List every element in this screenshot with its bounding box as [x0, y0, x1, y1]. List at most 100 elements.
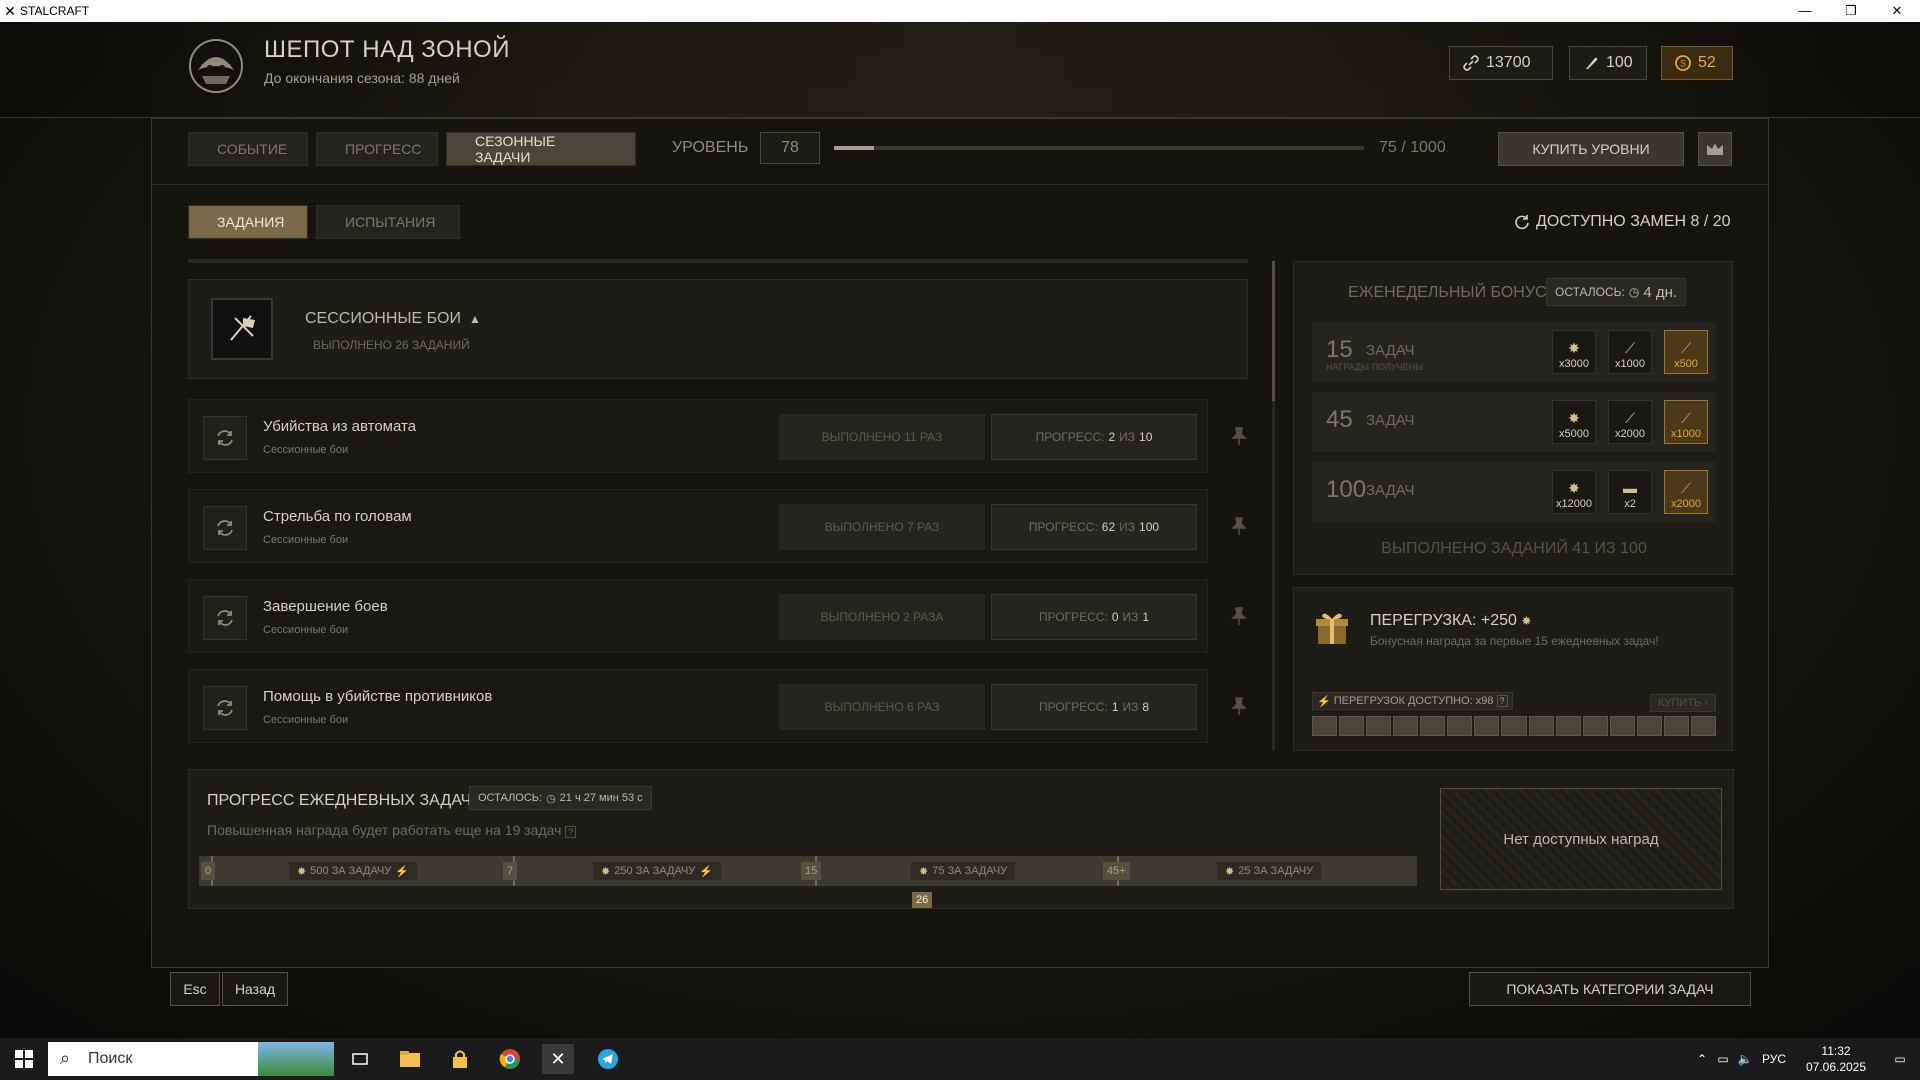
task-category: Сессионные бои — [263, 624, 349, 636]
feather-icon: ⟋ — [1681, 410, 1691, 426]
file-explorer-icon[interactable] — [394, 1044, 426, 1074]
reward-gold-feathers[interactable]: ⟋ x2000 — [1664, 470, 1708, 514]
chrome-icon[interactable] — [494, 1044, 526, 1074]
task-row[interactable]: Стрельба по головам Сессионные бои ВЫПОЛ… — [188, 489, 1208, 563]
daily-current-count: 26 — [912, 892, 933, 908]
currency-link: 13700 — [1449, 46, 1553, 80]
show-categories-button[interactable]: ПОКАЗАТЬ КАТЕГОРИИ ЗАДАЧ — [1469, 972, 1751, 1006]
reward-gold-feathers[interactable]: ⟋ x500 — [1664, 330, 1708, 374]
reward-weapon[interactable]: ▬ x2 — [1608, 470, 1652, 514]
task-row[interactable]: Завершение боев Сессионные бои ВЫПОЛНЕНО… — [188, 579, 1208, 653]
network-icon[interactable]: ▭ — [1712, 1052, 1734, 1066]
task-name: Убийства из автомата — [263, 418, 417, 435]
replace-task-button[interactable] — [203, 686, 247, 730]
reward-feathers[interactable]: ⟋ x1000 — [1608, 330, 1652, 374]
windows-start-button[interactable] — [8, 1044, 40, 1074]
clock-icon: ◷ — [1628, 285, 1640, 299]
overload-segment — [1555, 716, 1581, 736]
daily-remaining-badge: ОСТАЛОСЬ: ◷ 21 ч 27 мин 53 с — [469, 786, 652, 810]
close-button[interactable]: ✕ — [1874, 0, 1920, 22]
esc-key-button[interactable]: Esc — [170, 972, 220, 1006]
taskbar-search-input[interactable]: ⌕ Поиск — [48, 1042, 334, 1076]
overload-segment — [1690, 716, 1716, 736]
task-category: Сессионные бои — [263, 534, 349, 546]
gem-icon: ✸ — [601, 865, 611, 878]
task-row[interactable]: Помощь в убийстве противников Сессионные… — [188, 669, 1208, 743]
restore-button[interactable]: ❐ — [1828, 0, 1874, 22]
lightning-icon: ⚡ — [1317, 695, 1331, 708]
overload-segment — [1609, 716, 1635, 736]
language-indicator[interactable]: РУС — [1756, 1052, 1792, 1066]
task-list[interactable]: СЕССИОННЫЕ БОИ ▲ ВЫПОЛНЕНО 26 ЗАДАНИЙ Уб… — [188, 259, 1248, 749]
reward-gems[interactable]: ✸ x3000 — [1552, 330, 1596, 374]
task-category: Сессионные бои — [263, 714, 349, 726]
back-button[interactable]: Назад — [222, 972, 288, 1006]
stalcraft-taskbar-icon[interactable]: ✕ — [542, 1044, 574, 1074]
help-icon: ? — [565, 826, 577, 838]
gem-icon: ✸ — [1521, 614, 1532, 628]
system-tray: ⌃ ▭ 🔈 РУС 11:32 07.06.2025 ▭ — [1692, 1038, 1920, 1080]
windows-taskbar: ⌕ Поиск ✕ ⌃ ▭ 🔈 РУС 11:32 07.06.2025 ▭ — [0, 1038, 1920, 1080]
reward-gems[interactable]: ✸ x12000 — [1552, 470, 1596, 514]
overload-segment — [1582, 716, 1608, 736]
overload-description: Бонусная награда за первые 15 ежедневных… — [1370, 634, 1659, 648]
level-value: 78 — [760, 132, 820, 164]
clock[interactable]: 11:32 07.06.2025 — [1792, 1043, 1880, 1075]
feather-icon: ⟋ — [1625, 410, 1635, 426]
feather-icon: ⟋ — [1681, 480, 1691, 496]
overload-segment — [1312, 716, 1338, 736]
overload-buy-button[interactable]: КУПИТЬ › — [1650, 694, 1716, 712]
overload-segment — [1339, 716, 1365, 736]
crown-button[interactable] — [1698, 132, 1732, 166]
pin-icon[interactable] — [1228, 515, 1250, 537]
volume-icon[interactable]: 🔈 — [1734, 1052, 1756, 1066]
daily-reward-tier: ✸ 250 ЗА ЗАДАЧУ ⚡ — [593, 862, 721, 880]
buy-levels-button[interactable]: КУПИТЬ УРОВНИ — [1498, 132, 1684, 166]
tab-progress[interactable]: ПРОГРЕСС — [316, 132, 438, 166]
tab-event[interactable]: СОБЫТИЕ — [188, 132, 308, 166]
replace-task-button[interactable] — [203, 506, 247, 550]
task-progress: ПРОГРЕСС: 1 ИЗ 8 — [991, 684, 1197, 730]
no-rewards-box: Нет доступных наград — [1440, 788, 1722, 890]
currency-feather-value: 100 — [1606, 54, 1633, 71]
daily-reward-tier: ✸ 25 ЗА ЗАДАЧУ — [1217, 862, 1322, 880]
minimize-button[interactable]: — — [1782, 0, 1828, 22]
task-list-scrollbar[interactable] — [1272, 261, 1275, 751]
season-remaining: До окончания сезона: 88 дней — [264, 70, 460, 86]
tray-chevron-up-icon[interactable]: ⌃ — [1692, 1052, 1712, 1066]
reward-gems[interactable]: ✸ x5000 — [1552, 400, 1596, 444]
pin-icon[interactable] — [1228, 425, 1250, 447]
subtab-challenges[interactable]: ИСПЫТАНИЯ — [316, 205, 460, 239]
overload-segment — [1420, 716, 1446, 736]
gold-coin-icon: S — [1675, 55, 1691, 71]
reward-gold-feathers[interactable]: ⟋ x1000 — [1664, 400, 1708, 444]
reward-feathers[interactable]: ⟋ x2000 — [1608, 400, 1652, 444]
overload-title: ПЕРЕГРУЗКА: +250 ✸ — [1370, 612, 1532, 629]
task-view-icon[interactable] — [344, 1044, 376, 1074]
weekly-bonus-panel: ЕЖЕНЕДЕЛЬНЫЙ БОНУС ОСТАЛОСЬ: ◷ 4 дн. 15 … — [1293, 261, 1733, 575]
subtab-assignments[interactable]: ЗАДАНИЯ — [188, 205, 308, 239]
overload-segment — [1366, 716, 1392, 736]
task-name: Завершение боев — [263, 598, 388, 615]
overload-segment — [1447, 716, 1473, 736]
tab-seasonal-tasks[interactable]: СЕЗОННЫЕ ЗАДАЧИ — [446, 132, 636, 166]
pin-icon[interactable] — [1228, 695, 1250, 717]
pin-icon[interactable] — [1228, 605, 1250, 627]
task-name: Помощь в убийстве противников — [263, 688, 493, 705]
currency-gold-value: 52 — [1698, 54, 1716, 71]
telegram-icon[interactable] — [592, 1044, 624, 1074]
level-label: УРОВЕНЬ — [672, 139, 749, 156]
lock-app-icon[interactable] — [444, 1044, 476, 1074]
feather-icon: ⟋ — [1625, 340, 1635, 356]
notifications-icon[interactable]: ▭ — [1880, 1052, 1920, 1066]
category-session-battles[interactable]: СЕССИОННЫЕ БОИ ▲ ВЫПОЛНЕНО 26 ЗАДАНИЙ — [188, 279, 1248, 379]
replace-task-button[interactable] — [203, 416, 247, 460]
battle-flag-icon — [230, 315, 255, 341]
task-category: Сессионные бои — [263, 444, 349, 456]
daily-milestone: 45+ — [1103, 862, 1130, 880]
collapse-arrow-icon[interactable]: ▲ — [469, 312, 481, 326]
gem-icon: ✸ — [297, 865, 307, 878]
replace-task-button[interactable] — [203, 596, 247, 640]
task-row[interactable]: Убийства из автомата Сессионные бои ВЫПО… — [188, 399, 1208, 473]
refresh-icon — [217, 430, 233, 446]
